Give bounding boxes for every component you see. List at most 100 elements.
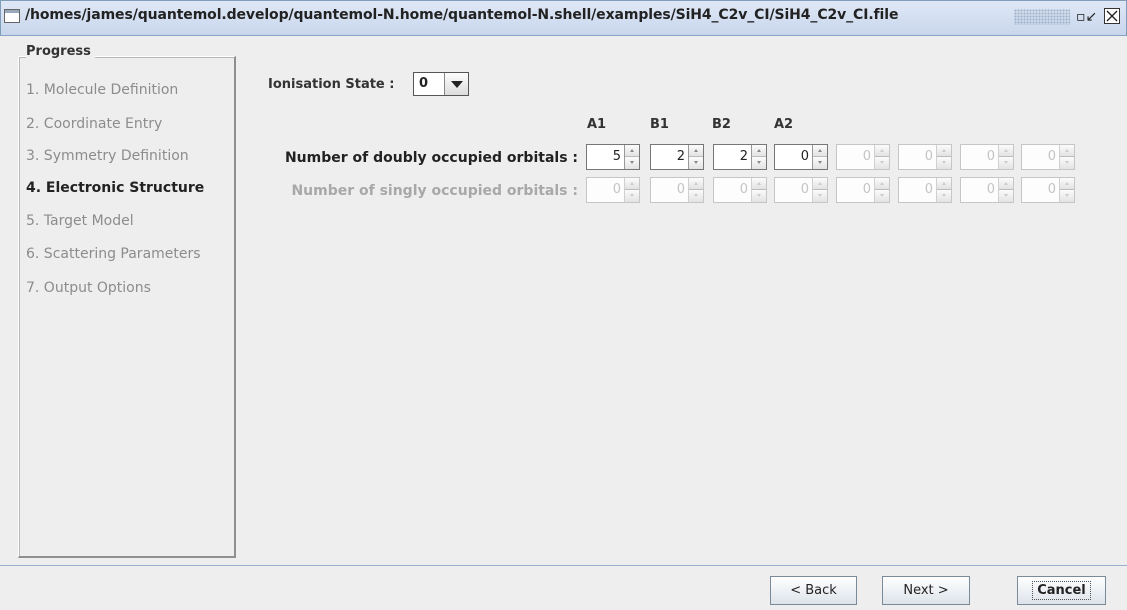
singly-orbital-spinner: 0 <box>960 177 1014 203</box>
title-grip <box>1014 9 1070 25</box>
spin-down-icon[interactable] <box>813 157 827 169</box>
singly-orbital-spinner: 0 <box>586 177 640 203</box>
spin-down-icon <box>689 190 703 202</box>
doubly-orbital-value: 0 <box>1047 149 1056 164</box>
progress-title: Progress <box>26 44 95 59</box>
spin-down-icon[interactable] <box>625 157 639 169</box>
close-icon[interactable] <box>1104 8 1120 24</box>
spin-up-icon <box>625 178 639 190</box>
spinner-buttons <box>688 178 703 202</box>
doubly-orbital-spinner: 0 <box>960 144 1014 170</box>
doubly-orbital-value[interactable]: 2 <box>677 149 685 164</box>
singly-orbital-value: 0 <box>986 182 995 197</box>
singly-orbital-spinner: 0 <box>650 177 704 203</box>
doubly-occupied-label: Number of doubly occupied orbitals : <box>284 150 578 166</box>
spinner-buttons <box>688 145 703 169</box>
doubly-orbital-spinner: 0 <box>1021 144 1075 170</box>
spin-down-icon <box>1060 190 1074 202</box>
next-button[interactable]: Next > <box>882 576 970 605</box>
cancel-button[interactable]: Cancel <box>1017 576 1106 605</box>
symmetry-label-b1: B1 <box>650 117 669 132</box>
spin-down-icon <box>999 157 1013 169</box>
singly-orbital-spinner: 0 <box>1021 177 1075 203</box>
spin-up-icon <box>875 178 889 190</box>
spin-down-icon <box>999 190 1013 202</box>
symmetry-label-a2: A2 <box>774 117 794 132</box>
spin-down-icon <box>937 190 951 202</box>
progress-step-scattering-parameters: 6. Scattering Parameters <box>26 246 201 262</box>
spin-up-icon <box>1060 178 1074 190</box>
window-icon <box>4 9 20 23</box>
back-button[interactable]: < Back <box>770 576 857 605</box>
singly-orbital-value: 0 <box>676 182 685 197</box>
ionisation-state-label: Ionisation State : <box>268 77 395 92</box>
progress-step-electronic-structure: 4. Electronic Structure <box>26 180 205 196</box>
spin-down-icon <box>813 190 827 202</box>
spin-down-icon <box>937 157 951 169</box>
doubly-orbital-spinner: 0 <box>836 144 890 170</box>
singly-orbital-value: 0 <box>862 182 871 197</box>
spin-up-icon <box>937 178 951 190</box>
progress-step-molecule-definition: 1. Molecule Definition <box>26 82 179 98</box>
spinner-buttons <box>936 178 951 202</box>
singly-orbital-value: 0 <box>800 182 809 197</box>
progress-step-target-model: 5. Target Model <box>26 213 134 229</box>
spin-up-icon[interactable] <box>625 145 639 157</box>
doubly-orbital-spinner[interactable]: 5 <box>586 144 640 170</box>
singly-occupied-label: Number of singly occupied orbitals : <box>291 183 578 199</box>
ionisation-state-select[interactable]: 0 <box>413 72 469 96</box>
singly-orbital-spinner: 0 <box>898 177 952 203</box>
window-title: /homes/james/quantemol.develop/quantemol… <box>25 7 899 23</box>
spin-up-icon <box>937 145 951 157</box>
spin-up-icon <box>999 178 1013 190</box>
spin-up-icon <box>689 178 703 190</box>
spinner-buttons <box>751 178 766 202</box>
doubly-orbital-value[interactable]: 2 <box>740 149 748 164</box>
doubly-orbital-spinner[interactable]: 2 <box>713 144 767 170</box>
doubly-orbital-spinner[interactable]: 0 <box>774 144 828 170</box>
spinner-buttons <box>624 178 639 202</box>
singly-orbital-spinner: 0 <box>713 177 767 203</box>
spinner-buttons <box>936 145 951 169</box>
spin-up-icon[interactable] <box>813 145 827 157</box>
spin-up-icon <box>752 178 766 190</box>
doubly-orbital-spinner: 0 <box>898 144 952 170</box>
spinner-buttons <box>874 145 889 169</box>
spinner-buttons <box>998 178 1013 202</box>
spin-up-icon <box>1060 145 1074 157</box>
spin-up-icon <box>813 178 827 190</box>
doubly-orbital-spinner[interactable]: 2 <box>650 144 704 170</box>
spinner-buttons <box>812 145 827 169</box>
doubly-orbital-value[interactable]: 0 <box>801 149 809 164</box>
spin-down-icon <box>875 190 889 202</box>
spin-down-icon[interactable] <box>752 157 766 169</box>
singly-orbital-spinner: 0 <box>774 177 828 203</box>
singly-orbital-value: 0 <box>739 182 748 197</box>
symmetry-label-a1: A1 <box>587 117 607 132</box>
spin-up-icon <box>875 145 889 157</box>
spinner-buttons <box>624 145 639 169</box>
singly-orbital-value: 0 <box>612 182 621 197</box>
progress-step-coordinate-entry: 2. Coordinate Entry <box>26 116 163 132</box>
singly-orbital-value: 0 <box>1047 182 1056 197</box>
singly-orbital-spinner: 0 <box>836 177 890 203</box>
doubly-orbital-value: 0 <box>924 149 933 164</box>
doubly-orbital-value[interactable]: 5 <box>613 149 621 164</box>
spinner-buttons <box>874 178 889 202</box>
spinner-buttons <box>751 145 766 169</box>
spin-down-icon[interactable] <box>689 157 703 169</box>
spin-down-icon <box>875 157 889 169</box>
spinner-buttons <box>998 145 1013 169</box>
ionisation-state-value: 0 <box>419 76 429 91</box>
doubly-orbital-value: 0 <box>986 149 995 164</box>
dropdown-arrow-icon[interactable] <box>444 73 468 95</box>
restore-icon[interactable]: ▫↙ <box>1076 7 1097 27</box>
spinner-buttons <box>1059 145 1074 169</box>
spin-up-icon[interactable] <box>689 145 703 157</box>
title-bar[interactable]: /homes/james/quantemol.develop/quantemol… <box>0 0 1127 36</box>
spin-up-icon[interactable] <box>752 145 766 157</box>
spin-up-icon <box>999 145 1013 157</box>
spinner-buttons <box>1059 178 1074 202</box>
spin-down-icon <box>1060 157 1074 169</box>
progress-step-output-options: 7. Output Options <box>26 280 151 296</box>
